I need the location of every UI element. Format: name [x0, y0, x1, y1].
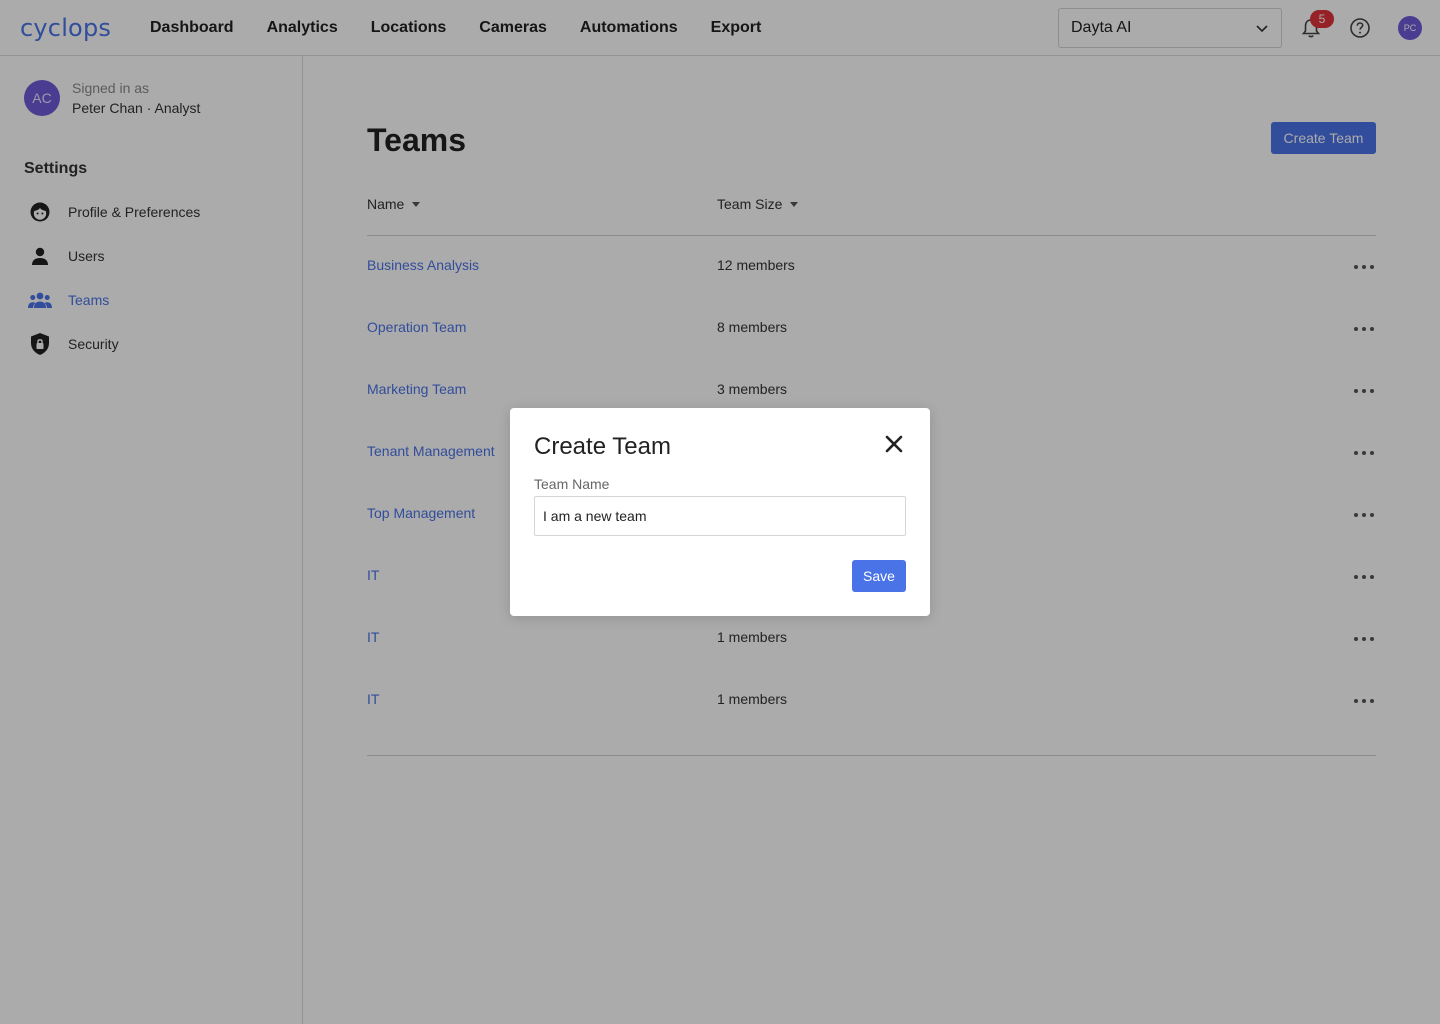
close-icon[interactable]	[882, 432, 906, 456]
create-team-dialog: Create Team Team Name Save	[510, 408, 930, 616]
team-name-input[interactable]	[534, 496, 906, 536]
save-button[interactable]: Save	[852, 560, 906, 592]
dialog-title: Create Team	[534, 433, 671, 460]
team-name-label: Team Name	[534, 476, 610, 492]
